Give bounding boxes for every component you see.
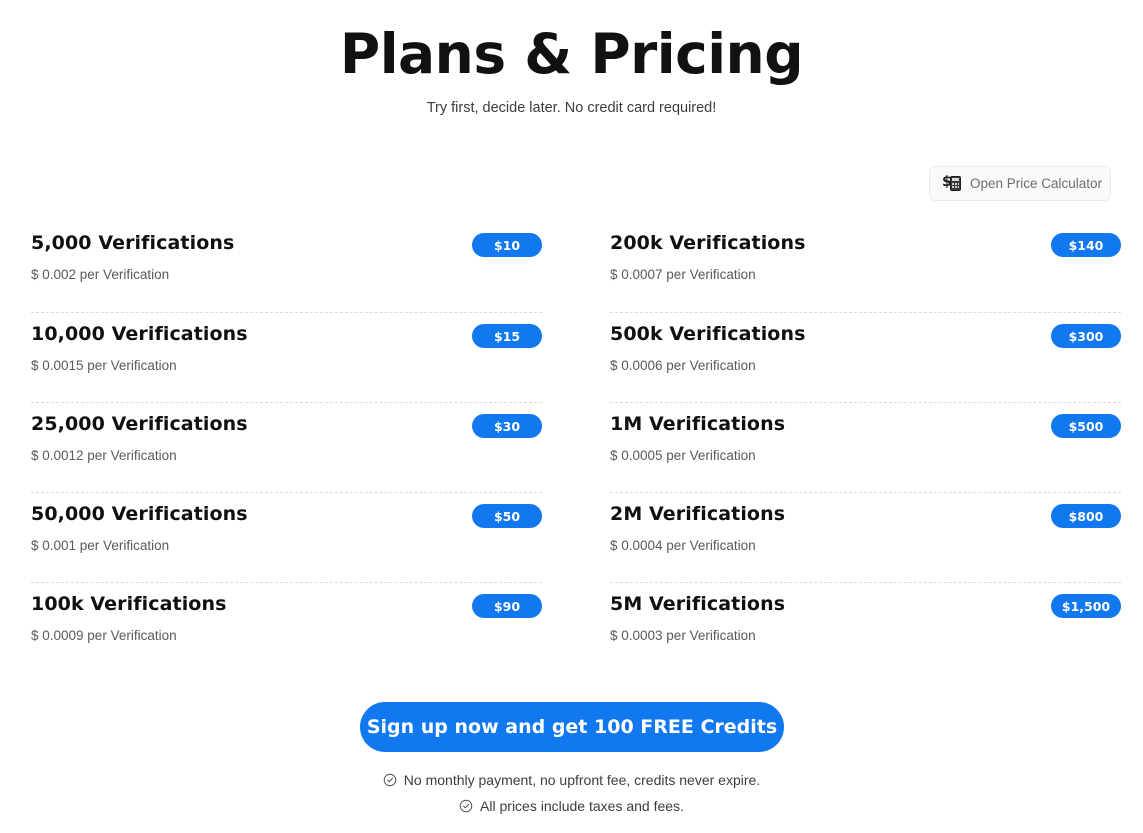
pricing-row: 1M Verifications $ 0.0005 per Verificati… [610, 402, 1121, 492]
pricing-row: 2M Verifications $ 0.0004 per Verificati… [610, 492, 1121, 582]
tier-price-badge[interactable]: $140 [1051, 233, 1121, 257]
tier-name: 2M Verifications [610, 503, 786, 525]
tier-name: 500k Verifications [610, 323, 806, 345]
tier-name: 10,000 Verifications [31, 323, 248, 345]
tier-name: 200k Verifications [610, 232, 806, 254]
tier-unit-price: $ 0.0006 per Verification [610, 358, 756, 373]
signup-cta-button[interactable]: Sign up now and get 100 FREE Credits [360, 702, 784, 752]
tier-price-badge[interactable]: $1,500 [1051, 594, 1121, 618]
pricing-row: 5M Verifications $ 0.0003 per Verificati… [610, 582, 1121, 672]
page-title: Plans & Pricing [339, 22, 804, 86]
tier-price-badge[interactable]: $30 [472, 414, 542, 438]
tier-unit-price: $ 0.0004 per Verification [610, 538, 756, 553]
tier-unit-price: $ 0.0012 per Verification [31, 448, 177, 463]
pricing-row: 25,000 Verifications $ 0.0012 per Verifi… [31, 402, 542, 492]
tier-unit-price: $ 0.0005 per Verification [610, 448, 756, 463]
pricing-row: 200k Verifications $ 0.0007 per Verifica… [610, 222, 1121, 312]
page-subtitle: Try first, decide later. No credit card … [426, 100, 717, 116]
tier-name: 1M Verifications [610, 413, 786, 435]
tier-name: 100k Verifications [31, 593, 227, 615]
tier-price-badge[interactable]: $90 [472, 594, 542, 618]
check-circle-icon [459, 799, 473, 813]
tier-unit-price: $ 0.002 per Verification [31, 267, 170, 282]
tier-name: 5,000 Verifications [31, 232, 235, 254]
check-circle-icon [383, 773, 397, 787]
tier-price-badge[interactable]: $300 [1051, 324, 1121, 348]
tier-unit-price: $ 0.0003 per Verification [610, 628, 756, 643]
note-no-monthly-payment: No monthly payment, no upfront fee, cred… [0, 770, 1143, 790]
pricing-row: 10,000 Verifications $ 0.0015 per Verifi… [31, 312, 542, 402]
money-calculator-icon: $ [942, 174, 961, 193]
pricing-row: 100k Verifications $ 0.0009 per Verifica… [31, 582, 542, 672]
note-prices-include-taxes: All prices include taxes and fees. [0, 796, 1143, 816]
tier-unit-price: $ 0.001 per Verification [31, 538, 170, 553]
pricing-row: 50,000 Verifications $ 0.001 per Verific… [31, 492, 542, 582]
tier-name: 25,000 Verifications [31, 413, 248, 435]
pricing-row: 500k Verifications $ 0.0006 per Verifica… [610, 312, 1121, 402]
open-price-calculator-button[interactable]: $ Open Price Calculator [929, 166, 1111, 201]
tier-unit-price: $ 0.0009 per Verification [31, 628, 177, 643]
note-text: No monthly payment, no upfront fee, cred… [403, 772, 761, 788]
tier-price-badge[interactable]: $10 [472, 233, 542, 257]
tier-name: 50,000 Verifications [31, 503, 248, 525]
tier-name: 5M Verifications [610, 593, 786, 615]
tier-price-badge[interactable]: $50 [472, 504, 542, 528]
pricing-column-right: 200k Verifications $ 0.0007 per Verifica… [610, 222, 1121, 672]
tier-unit-price: $ 0.0015 per Verification [31, 358, 177, 373]
pricing-row: 5,000 Verifications $ 0.002 per Verifica… [31, 222, 542, 312]
tier-price-badge[interactable]: $800 [1051, 504, 1121, 528]
open-price-calculator-label: Open Price Calculator [970, 176, 1103, 191]
tier-price-badge[interactable]: $500 [1051, 414, 1121, 438]
note-text: All prices include taxes and fees. [480, 798, 684, 814]
tier-price-badge[interactable]: $15 [472, 324, 542, 348]
tier-unit-price: $ 0.0007 per Verification [610, 267, 756, 282]
pricing-column-left: 5,000 Verifications $ 0.002 per Verifica… [31, 222, 542, 672]
pricing-page: Plans & Pricing Try first, decide later.… [0, 0, 1143, 833]
